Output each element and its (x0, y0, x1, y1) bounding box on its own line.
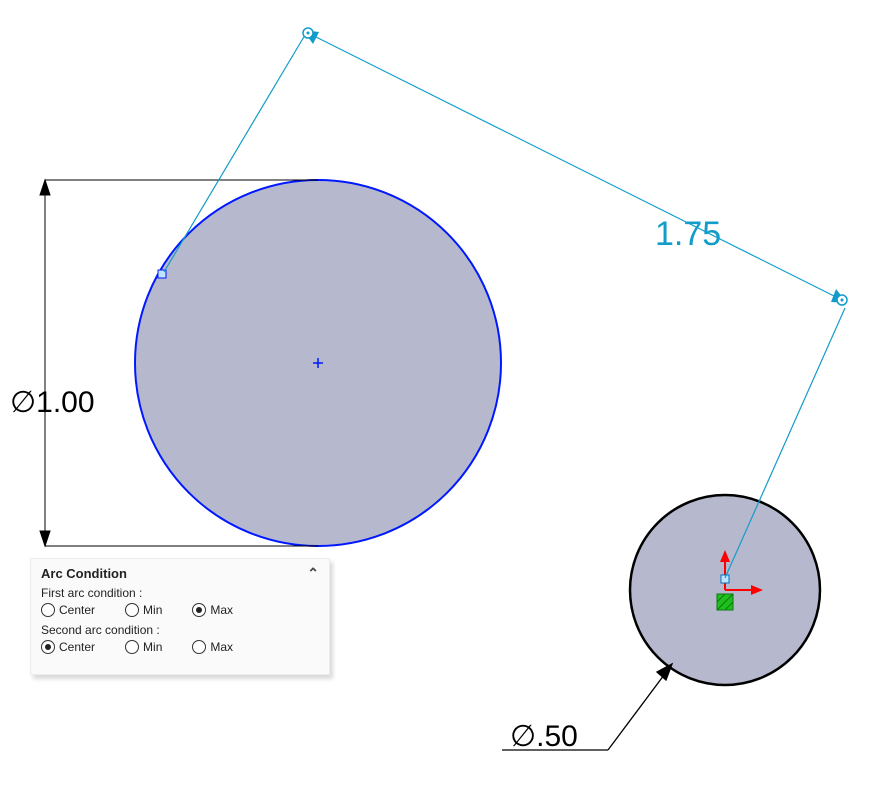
first-min-radio[interactable] (125, 603, 139, 617)
panel-title: Arc Condition (41, 566, 127, 581)
second-arc-label: Second arc condition : (41, 623, 319, 637)
first-arc-label: First arc condition : (41, 586, 319, 600)
second-min-radio[interactable] (125, 640, 139, 654)
first-center-radio[interactable] (41, 603, 55, 617)
second-arc-options: Center Min Max (41, 640, 319, 654)
first-max-radio[interactable] (192, 603, 206, 617)
collapse-icon[interactable]: ⌃ (307, 565, 319, 582)
dim-distance-text: 1.75 (655, 215, 721, 253)
first-arc-options: Center Min Max (41, 603, 319, 617)
dim-large-diameter-text: ∅1.00 (10, 386, 95, 419)
dim-small-diameter-text: ∅.50 (510, 720, 578, 753)
arc-condition-panel: Arc Condition ⌃ First arc condition : Ce… (30, 558, 330, 675)
second-center-radio[interactable] (41, 640, 55, 654)
second-max-radio[interactable] (192, 640, 206, 654)
